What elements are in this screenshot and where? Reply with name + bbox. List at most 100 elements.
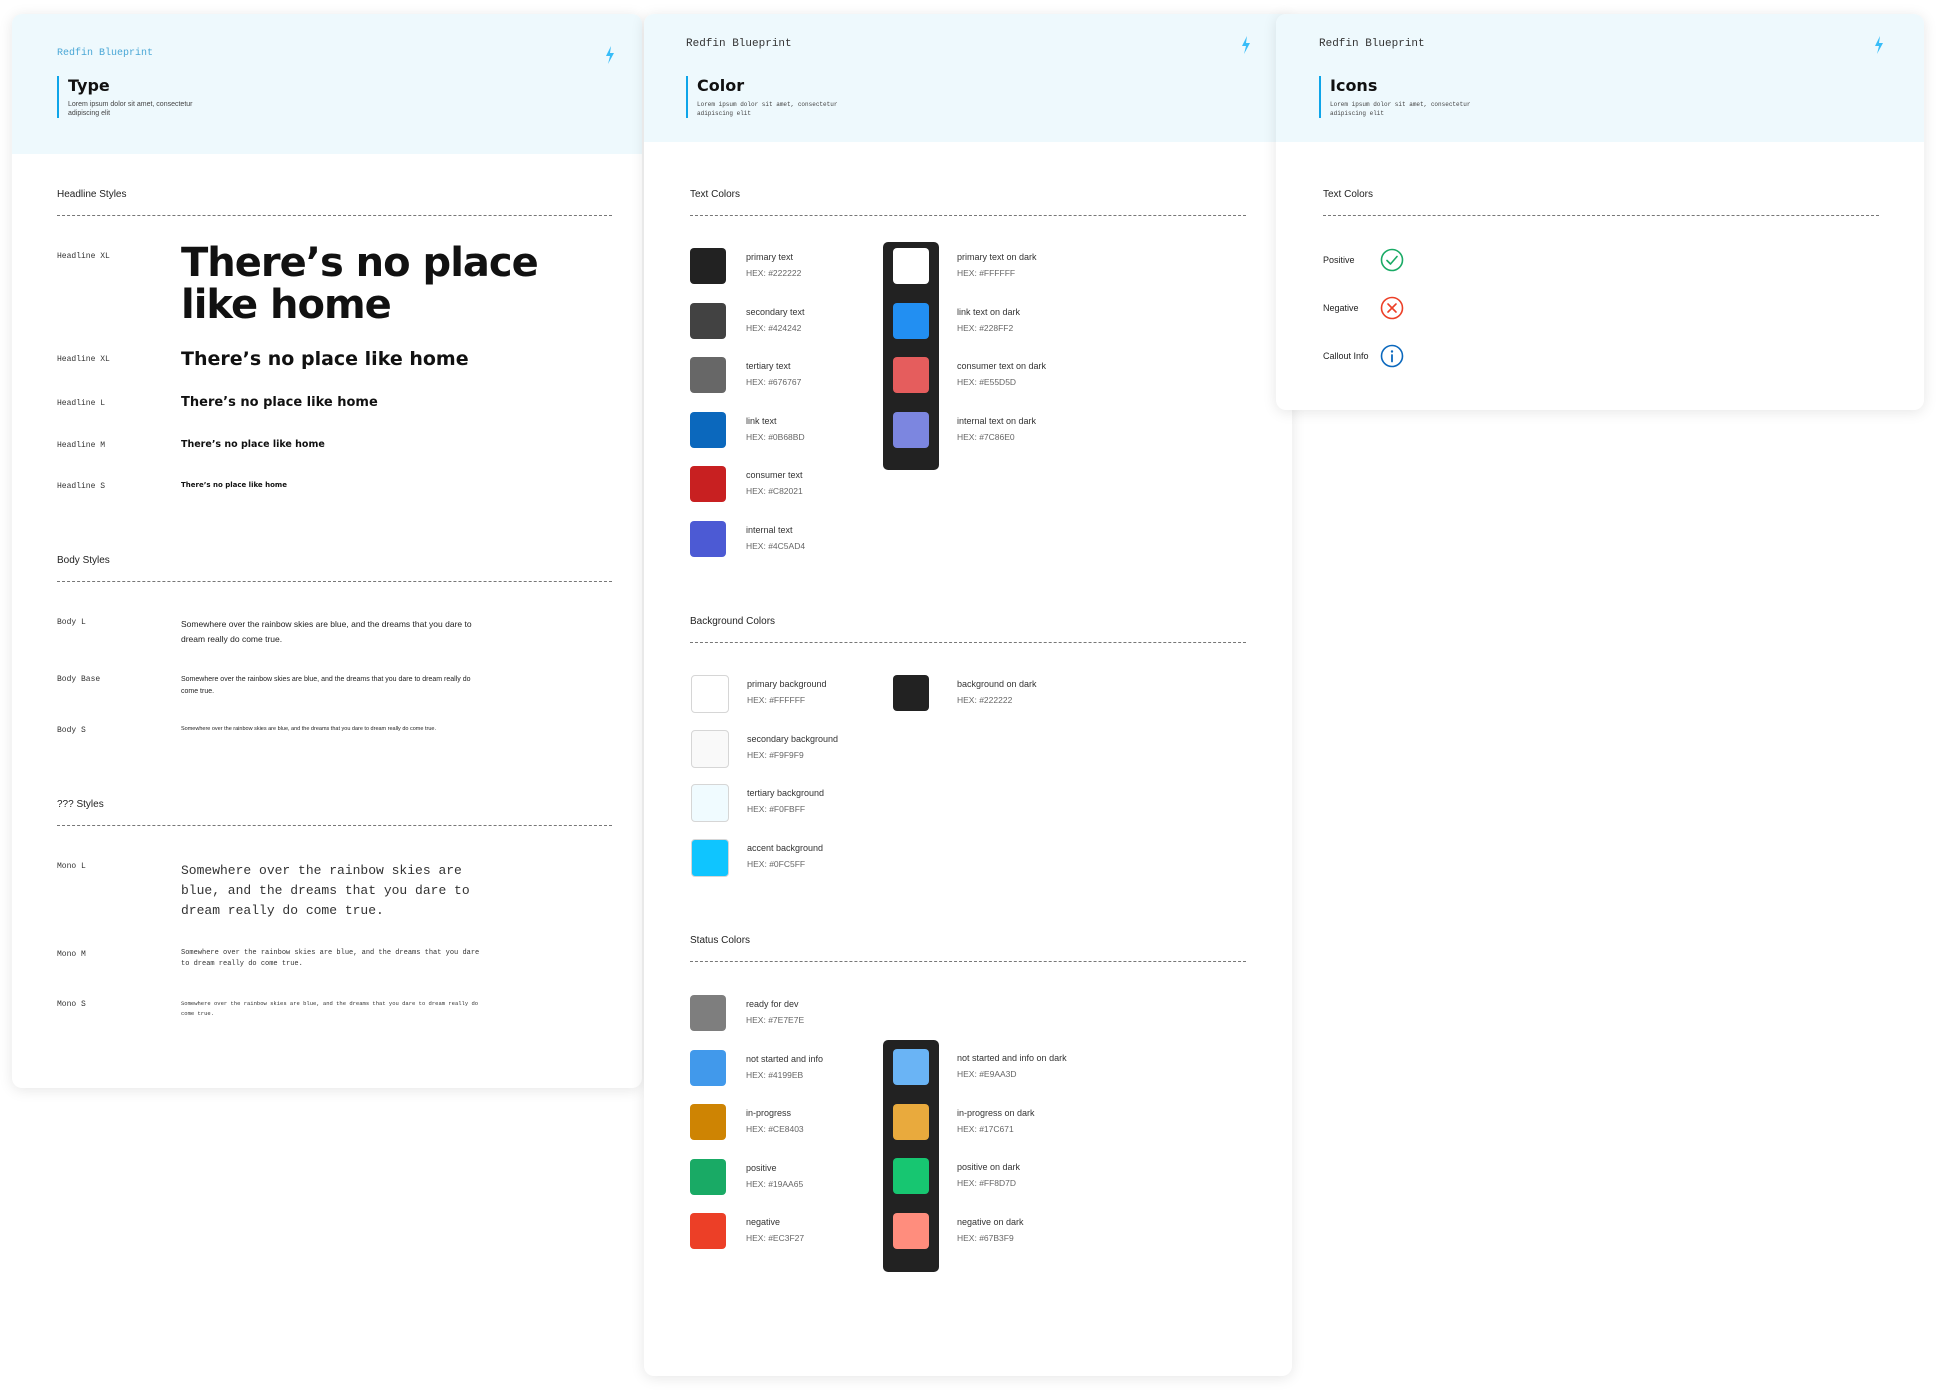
headline-m-sample: There’s no place like home (181, 439, 325, 450)
color-swatch (691, 675, 729, 713)
page-description: Lorem ipsum dolor sit amet, consectetur … (68, 101, 193, 117)
color-swatch-hex: HEX: #FFFFFF (957, 268, 1016, 278)
color-swatch-name: ready for dev (746, 999, 799, 1009)
color-swatch-name: consumer text (746, 470, 803, 480)
color-swatch (690, 1049, 726, 1086)
color-swatch (893, 1103, 929, 1140)
color-swatch (691, 838, 729, 877)
color-swatch-hex: HEX: #4C5AD4 (746, 540, 806, 551)
headline-label: Headline S (57, 482, 106, 491)
color-swatch (690, 357, 726, 393)
bolt-icon (606, 46, 614, 64)
color-swatch-hex: HEX: #CE8403 (746, 1124, 804, 1134)
mono-l-sample: Somewhere over the rainbow skies are blu… (181, 863, 470, 918)
color-swatch-hex: HEX: #222222 (957, 695, 1013, 705)
color-swatch-name: internal text on dark (957, 415, 1037, 426)
body-label: Body Base (57, 675, 101, 684)
color-card: Redfin Blueprint Color Lorem ipsum dolor… (644, 14, 1292, 1376)
color-swatch-hex: HEX: #0FC5FF (747, 858, 806, 869)
section-title-status-colors: Status Colors (690, 935, 751, 946)
color-swatch-name: not started and info on dark (957, 1053, 1067, 1063)
x-circle-icon (1380, 296, 1404, 320)
type-card: Redfin Blueprint Type Lorem ipsum dolor … (12, 14, 642, 1088)
check-circle-icon (1380, 248, 1404, 272)
mono-label: Mono S (57, 1000, 86, 1009)
section-divider (690, 642, 1246, 643)
color-swatch (893, 248, 929, 284)
color-swatch-hex: HEX: #E9AA3D (957, 1069, 1017, 1079)
color-swatch (690, 466, 726, 502)
headline-xl-small-sample: There’s no place like home (181, 348, 469, 370)
color-swatch-hex: HEX: #FFFFFF (747, 695, 806, 705)
section-title-bg-colors: Background Colors (690, 616, 776, 627)
color-swatch (690, 248, 726, 284)
page-title: Color (697, 76, 745, 95)
color-swatch-hex: HEX: #228FF2 (957, 322, 1014, 333)
headline-label: Headline M (57, 441, 106, 450)
color-swatch (893, 675, 929, 711)
color-swatch (690, 995, 726, 1031)
color-swatch-hex: HEX: #EC3F27 (746, 1233, 805, 1243)
color-swatch-hex: HEX: #0B68BD (746, 431, 805, 442)
body-label: Body L (57, 618, 86, 627)
color-swatch (691, 729, 729, 768)
color-swatch-hex: HEX: #67B3F9 (957, 1232, 1014, 1243)
color-swatch-hex: HEX: #C82021 (746, 486, 803, 496)
page-title: Type (68, 76, 110, 95)
icon-label-negative: Negative (1323, 303, 1359, 313)
body-l-sample: Somewhere over the rainbow skies are blu… (181, 619, 472, 644)
body-label: Body S (57, 726, 86, 735)
color-swatch-name: background on dark (957, 679, 1037, 689)
color-swatch (893, 1158, 929, 1194)
mono-label: Mono L (57, 862, 86, 871)
page-description: Lorem ipsum dolor sit amet, consectetur … (697, 101, 838, 117)
color-swatch (893, 302, 929, 339)
brand-label: Redfin Blueprint (686, 38, 792, 50)
color-swatch-hex: HEX: #FF8D7D (957, 1178, 1017, 1188)
section-title-icons: Text Colors (1323, 189, 1374, 200)
color-swatch-name: negative (746, 1217, 781, 1227)
color-swatch-name: tertiary background (747, 788, 825, 798)
mono-s-sample: Somewhere over the rainbow skies are blu… (181, 1000, 479, 1017)
color-card-header: Redfin Blueprint Color Lorem ipsum dolor… (644, 14, 1292, 142)
color-swatch-hex: HEX: #222222 (746, 268, 802, 278)
section-divider (690, 961, 1246, 962)
color-swatch-name: primary background (747, 679, 827, 689)
color-swatch (893, 357, 929, 393)
icons-title-block: Icons Lorem ipsum dolor sit amet, consec… (1319, 76, 1500, 118)
body-s-sample: Somewhere over the rainbow skies are blu… (181, 726, 436, 732)
color-swatch-name: link text on dark (957, 306, 1021, 317)
color-swatch (690, 520, 726, 557)
brand-label: Redfin Blueprint (1319, 38, 1425, 50)
color-swatch-name: not started and info (746, 1053, 824, 1064)
headline-label: Headline XL (57, 252, 110, 261)
color-swatch (690, 1213, 726, 1249)
section-title-body: Body Styles (57, 555, 110, 566)
color-swatch-hex: HEX: #F0FBFF (747, 804, 806, 814)
color-swatch-hex: HEX: #424242 (746, 322, 802, 333)
section-title-mono: ??? Styles (57, 799, 104, 810)
type-card-header: Redfin Blueprint Type Lorem ipsum dolor … (12, 14, 642, 154)
color-swatch-name: link text (746, 415, 777, 426)
section-divider (1323, 215, 1879, 216)
color-swatch-name: internal text (746, 524, 793, 535)
icons-card-header: Redfin Blueprint Icons Lorem ipsum dolor… (1276, 14, 1924, 142)
bolt-icon (1875, 36, 1883, 54)
type-title-block: Type Lorem ipsum dolor sit amet, consect… (57, 76, 218, 118)
color-swatch-hex: HEX: #17C671 (957, 1123, 1014, 1134)
section-divider (57, 215, 612, 216)
color-swatch-name: positive (746, 1162, 777, 1173)
color-swatch (690, 302, 726, 339)
color-swatch-name: accent background (747, 842, 824, 853)
color-swatch-name: negative on dark (957, 1216, 1024, 1227)
color-swatch-name: tertiary text (746, 361, 791, 371)
color-swatch (893, 411, 929, 448)
icon-label-callout-info: Callout Info (1323, 351, 1369, 361)
bolt-icon (1242, 36, 1250, 54)
color-swatch-name: primary text on dark (957, 252, 1037, 262)
color-swatch-name: positive on dark (957, 1162, 1021, 1172)
headline-label: Headline XL (57, 355, 110, 364)
color-swatch-name: in-progress (746, 1108, 792, 1118)
headline-xl-sample: There’s no place like home (181, 240, 539, 328)
color-swatch-hex: HEX: #7E7E7E (746, 1015, 805, 1025)
